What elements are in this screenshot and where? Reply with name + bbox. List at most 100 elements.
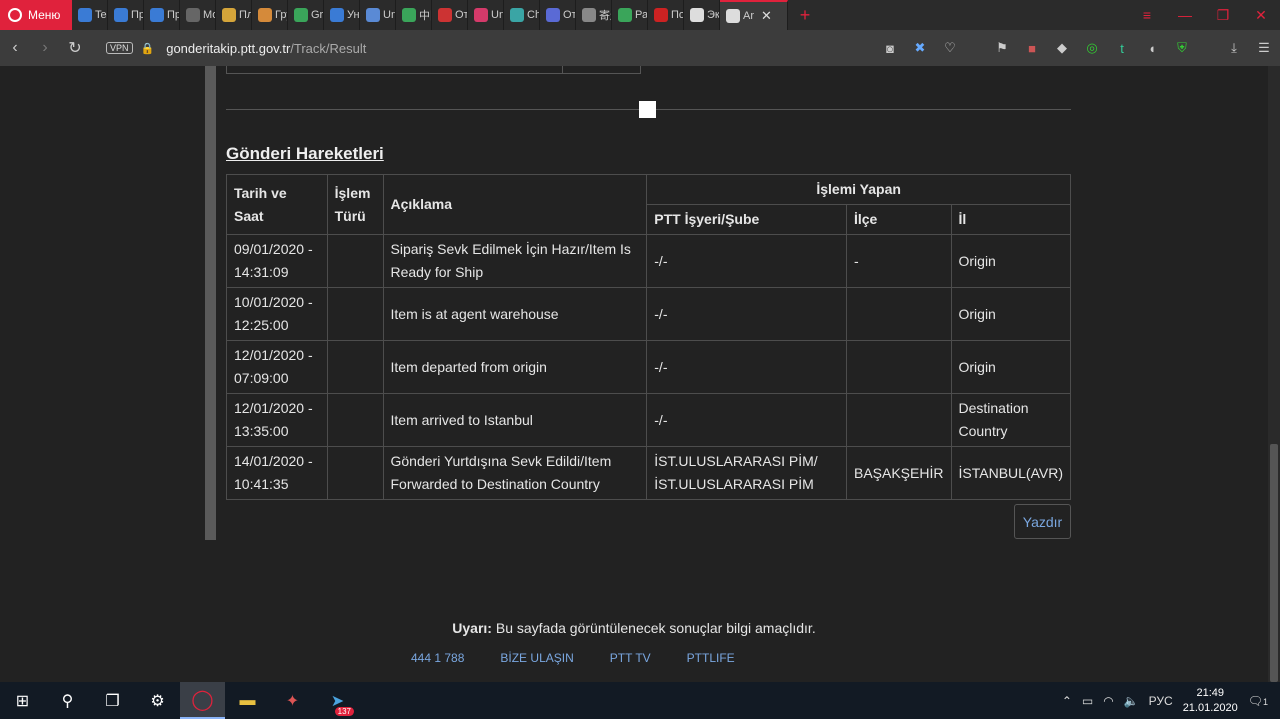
tumblr-icon[interactable]: t (1114, 41, 1130, 56)
wifi-icon[interactable]: ◠ (1103, 694, 1113, 708)
tab-5[interactable]: Гру (252, 0, 288, 30)
tab-12[interactable]: Chir (504, 0, 540, 30)
print-button[interactable]: Yazdır (1014, 504, 1071, 539)
heart-icon[interactable]: ♡ (942, 40, 958, 56)
flag-icon[interactable]: ⚑ (994, 40, 1010, 56)
tab-13[interactable]: Отс (540, 0, 576, 30)
cell-type (326, 234, 384, 288)
battery-icon[interactable]: ▭ (1082, 694, 1093, 708)
settings-gear-icon[interactable]: ⚙ (135, 682, 180, 719)
cell-district (845, 340, 952, 394)
cell-type (326, 340, 384, 394)
footer-link-phone[interactable]: 444 1 788 (411, 651, 464, 665)
tab-11[interactable]: Univ (468, 0, 504, 30)
task-view-icon[interactable]: ❐ (90, 682, 135, 719)
notifications-icon[interactable]: 🗨1 (1248, 694, 1268, 708)
address-bar: ‹ › ↻ VPN 🔒 gonderitakip.ptt.gov.tr/Trac… (0, 30, 1280, 66)
tab-8[interactable]: Univ (360, 0, 396, 30)
tab-1[interactable]: Про (108, 0, 144, 30)
maximize-button[interactable]: ❐ (1204, 0, 1242, 30)
cell-district (845, 393, 952, 447)
taskbar: ⊞ ⚲ ❐ ⚙ ◯ ▬ ✦ ➤ 137 ⌃ ▭ ◠ 🔈 РУС 21:49 21.… (0, 682, 1280, 719)
show-hidden-icons-icon[interactable]: ⌃ (1062, 694, 1072, 708)
opera-taskbar-icon[interactable]: ◯ (180, 682, 225, 719)
telegram-icon[interactable]: ➤ 137 (315, 682, 360, 719)
tab-label: Экс (707, 9, 720, 21)
tab-bar: Меню Tele Про Пре Мо Пла Гру Grai Уни Univ 中国 Отс U… (0, 0, 1280, 30)
reload-button[interactable]: ↻ (60, 38, 90, 58)
cell-description: Sipariş Sevk Edilmek İçin Hazır/Item Is … (382, 234, 648, 288)
close-window-button[interactable]: ✕ (1242, 0, 1280, 30)
notice: Uyarı: Bu sayfada görüntülenecek sonuçla… (0, 620, 1268, 636)
mouse-icon[interactable]: ◖ (1144, 41, 1160, 56)
tab-label: 寄送 (599, 10, 611, 22)
header-type: İşlem Türü (326, 174, 384, 235)
forward-button[interactable]: › (30, 39, 60, 57)
vpn-badge[interactable]: VPN (106, 42, 133, 54)
cell-description: Gönderi Yurtdışına Sevk Edildi/Item Forw… (382, 446, 648, 500)
cell-type (326, 287, 384, 341)
tab-9[interactable]: 中国 (396, 0, 432, 30)
volume-icon[interactable]: 🔈 (1124, 694, 1139, 708)
footer-link-ptt-tv[interactable]: PTT TV (610, 651, 651, 665)
shield-icon[interactable]: ⛨ (1174, 40, 1190, 56)
tab-favicon-icon (474, 8, 488, 22)
tab-14[interactable]: 寄送 (576, 0, 612, 30)
windows-start-icon[interactable]: ⊞ (0, 682, 45, 719)
cell-type (326, 446, 384, 500)
camera-icon[interactable]: ◙ (882, 41, 898, 56)
cell-branch: -/- (646, 340, 847, 394)
back-button[interactable]: ‹ (0, 39, 30, 57)
tab-16[interactable]: Пол (648, 0, 684, 30)
file-explorer-icon[interactable]: ▬ (225, 682, 270, 719)
tab-label: Уни (347, 9, 360, 21)
tab-active[interactable]: Ar ✕ (720, 0, 788, 30)
tab-favicon-icon (582, 8, 596, 22)
tab-0[interactable]: Tele (72, 0, 108, 30)
header-date: Tarih ve Saat (226, 174, 328, 235)
clock[interactable]: 21:49 21.01.2020 (1183, 686, 1238, 716)
tab-10[interactable]: Отс (432, 0, 468, 30)
language-indicator[interactable]: РУС (1149, 694, 1173, 708)
footer-link-contact[interactable]: BİZE ULAŞIN (500, 651, 573, 665)
tab-7[interactable]: Уни (324, 0, 360, 30)
tab-label: Tele (95, 9, 107, 21)
tab-4[interactable]: Пла (216, 0, 252, 30)
circle-extension-icon[interactable]: ◎ (1084, 40, 1100, 56)
tab-3[interactable]: Мо (180, 0, 216, 30)
tab-label: Отс (455, 9, 468, 21)
cell-city: Origin (950, 287, 1071, 341)
easy-setup-icon[interactable]: ☰ (1256, 40, 1272, 56)
menu-label: Меню (28, 8, 61, 22)
tab-favicon-icon (654, 8, 668, 22)
previous-table-fragment (226, 66, 641, 74)
extension-icon[interactable]: ◆ (1054, 40, 1070, 56)
download-icon[interactable]: ⤓ (1226, 40, 1242, 56)
lock-icon[interactable]: 🔒 (141, 42, 155, 55)
tab-menu-icon[interactable]: ≡ (1128, 0, 1166, 30)
tab-17[interactable]: Экс (684, 0, 720, 30)
new-tab-button[interactable]: + (794, 5, 816, 26)
cell-branch: -/- (646, 287, 847, 341)
cell-city: Origin (950, 234, 1071, 288)
tab-favicon-icon (618, 8, 632, 22)
adblock-icon[interactable]: ✖ (912, 40, 928, 56)
tab-15[interactable]: Раз (612, 0, 648, 30)
tab-2[interactable]: Пре (144, 0, 180, 30)
tab-6[interactable]: Grai (288, 0, 324, 30)
tab-label: Пол (671, 9, 683, 21)
search-icon[interactable]: ⚲ (45, 682, 90, 719)
opera-logo-icon (8, 8, 22, 22)
app-icon[interactable]: ✦ (270, 682, 315, 719)
scrollbar[interactable] (1268, 66, 1280, 682)
minimize-button[interactable]: — (1166, 0, 1204, 30)
tab-label: Пла (239, 9, 251, 21)
tab-favicon-icon (150, 8, 164, 22)
footer-link-pttlife[interactable]: PTTLIFE (687, 651, 735, 665)
opera-menu-button[interactable]: Меню (0, 0, 72, 30)
notice-text: Bu sayfada görüntülenecek sonuçlar bilgi… (491, 620, 816, 636)
url-field[interactable]: gonderitakip.ptt.gov.tr/Track/Result (166, 41, 366, 56)
close-tab-icon[interactable]: ✕ (761, 8, 772, 24)
scrollbar-thumb[interactable] (1270, 444, 1278, 682)
cube-icon[interactable]: ■ (1024, 41, 1040, 56)
